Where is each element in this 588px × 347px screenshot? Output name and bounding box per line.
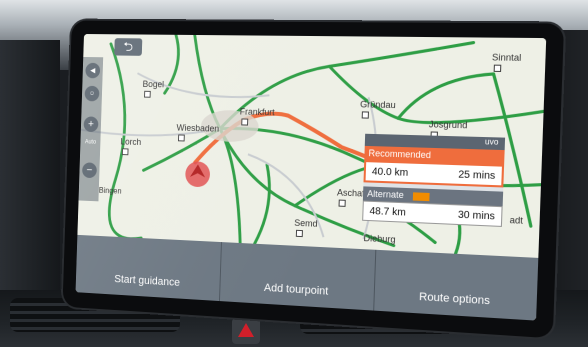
recommended-values: 40.0 km 25 mins: [363, 160, 505, 188]
alternate-duration: 30 mins: [457, 209, 496, 222]
back-button[interactable]: ⮌: [114, 38, 143, 56]
place-label: Frankfurt: [239, 106, 275, 118]
hazard-button[interactable]: [232, 318, 260, 344]
zoom-out-icon: −: [86, 164, 93, 177]
zoom-in-icon: +: [87, 118, 95, 131]
view-icon: ▫: [90, 87, 94, 100]
zoom-out-button[interactable]: −: [82, 162, 97, 179]
recommended-route[interactable]: Recommended 40.0 km 25 mins: [363, 145, 505, 188]
alternate-distance: 48.7 km: [369, 205, 406, 219]
place-label: Dieburg: [363, 232, 396, 245]
add-tourpoint-label: Add tourpoint: [263, 281, 329, 298]
start-guidance-button[interactable]: Start guidance: [75, 234, 223, 302]
alternate-route[interactable]: Alternate 48.7 km 30 mins: [362, 186, 504, 227]
auto-zoom-label[interactable]: Auto: [82, 139, 98, 145]
place-label: adt: [509, 214, 524, 226]
place-label: Lorch: [120, 136, 142, 147]
compass-button[interactable]: ◂: [85, 62, 101, 79]
place-label: Semd: [294, 217, 318, 229]
hazard-icon: [238, 323, 254, 337]
navigation-screen: Bogel Lorch Wiesbaden Frankfurt Gründau …: [75, 34, 547, 321]
alternate-label: Alternate: [366, 188, 404, 201]
place-label: Sinntal: [491, 52, 522, 63]
recommended-duration: 25 mins: [458, 168, 496, 182]
start-guidance-label: Start guidance: [114, 273, 181, 289]
place-label: Wiesbaden: [176, 122, 220, 134]
place-label: Josgrund: [428, 119, 468, 131]
place-label: Bingen: [98, 185, 122, 196]
zoom-in-button[interactable]: +: [83, 116, 99, 133]
route-options-label: Route options: [418, 290, 491, 308]
add-tourpoint-button[interactable]: Add tourpoint: [220, 242, 376, 311]
route-options-button[interactable]: Route options: [373, 249, 539, 321]
toll-tag-icon: [412, 191, 430, 201]
route-panel: uvo Recommended 40.0 km 25 mins Alternat…: [362, 133, 506, 227]
compass-icon: ◂: [90, 64, 96, 77]
recommended-distance: 40.0 km: [371, 165, 409, 179]
view-button[interactable]: ▫: [84, 85, 100, 102]
place-label: Bogel: [142, 79, 165, 90]
infotainment-bezel: Bogel Lorch Wiesbaden Frankfurt Gründau …: [62, 20, 565, 339]
back-icon: ⮌: [123, 39, 134, 54]
place-label: Gründau: [359, 99, 396, 111]
